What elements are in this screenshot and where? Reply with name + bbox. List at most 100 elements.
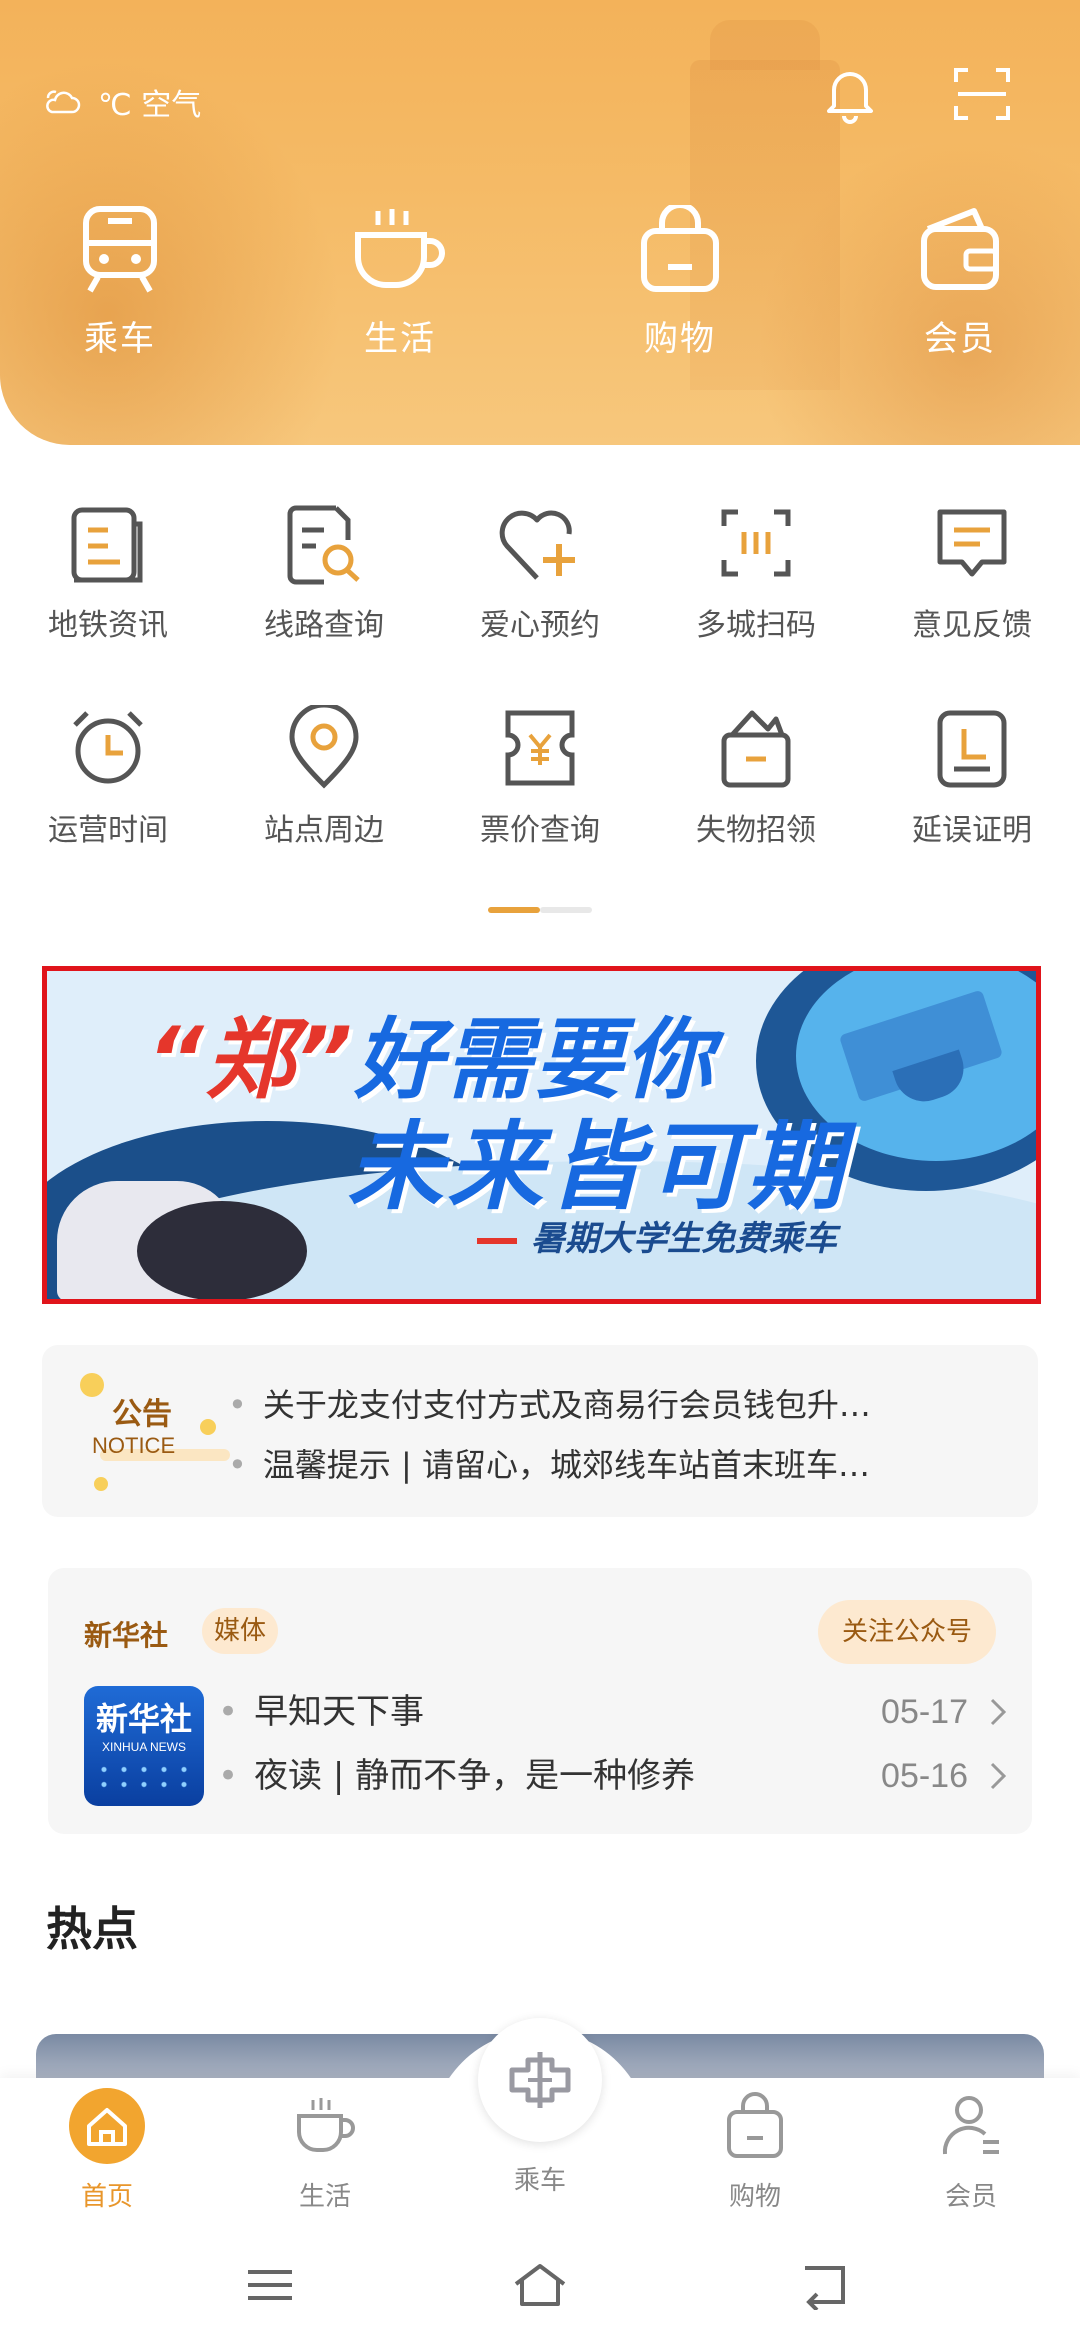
logo-text: 新华社 xyxy=(95,1700,192,1738)
notice-list: 关于龙支付支付方式及商易行会员钱包升… 温馨提示 | 请留心，城郊线车站首末班车… xyxy=(228,1375,1018,1495)
main-nav: 乘车 生活 购物 会员 xyxy=(0,205,1080,385)
user-icon xyxy=(942,2096,999,2155)
notice-item[interactable]: 关于龙支付支付方式及商易行会员钱包升… xyxy=(228,1375,1018,1435)
banner-headline-2: 未来皆可期 xyxy=(347,1111,847,1223)
home-icon xyxy=(69,2088,145,2164)
badge-dot xyxy=(200,1419,216,1435)
notice-board: 公告 NOTICE 关于龙支付支付方式及商易行会员钱包升… 温馨提示 | 请留心… xyxy=(42,1345,1038,1517)
grid-item-feedback[interactable]: 意见反馈 xyxy=(864,500,1080,644)
scan-icon[interactable] xyxy=(950,62,1014,126)
metro-logo-icon xyxy=(509,2052,571,2108)
scan-icon xyxy=(721,509,791,577)
main-nav-item-member[interactable]: 会员 xyxy=(880,205,1040,360)
grid-item-label: 地铁资讯 xyxy=(48,608,168,643)
article-date: 05-17 xyxy=(881,1693,968,1731)
notice-item[interactable]: 温馨提示 | 请留心，城郊线车站首末班车… xyxy=(228,1435,1018,1495)
article-title: 早知天下事 xyxy=(218,1682,424,1742)
grid-item-multi-city-scan[interactable]: 多城扫码 xyxy=(648,500,864,644)
tab-home[interactable]: 首页 xyxy=(32,2086,182,2213)
grid-item-label: 线路查询 xyxy=(264,608,384,643)
home-icon[interactable] xyxy=(510,2260,570,2310)
xinhua-logo[interactable]: 新华社 XINHUA NEWS xyxy=(84,1686,204,1806)
tab-member[interactable]: 会员 xyxy=(896,2086,1046,2213)
page-dot-inactive xyxy=(540,907,592,913)
grid-item-route-search[interactable]: 线路查询 xyxy=(216,500,432,644)
grid-item-station-nearby[interactable]: 站点周边 xyxy=(216,705,432,849)
grid-item-love-booking[interactable]: 爱心预约 xyxy=(432,500,648,644)
promo-banner[interactable]: “郑”好需要你 未来皆可期 暑期大学生免费乘车 xyxy=(42,966,1041,1304)
coffee-icon xyxy=(355,209,445,288)
grid-item-label: 站点周边 xyxy=(264,813,384,848)
tab-label: 会员 xyxy=(944,2182,997,2212)
system-navigation-bar xyxy=(0,2228,1080,2347)
lost-found-icon xyxy=(721,710,791,788)
main-nav-item-ride[interactable]: 乘车 xyxy=(40,205,200,360)
coffee-icon xyxy=(297,2098,355,2152)
grid-item-lost-found[interactable]: 失物招领 xyxy=(648,705,864,849)
grid-item-metro-news[interactable]: 地铁资讯 xyxy=(0,500,216,644)
bell-icon[interactable] xyxy=(818,62,882,126)
main-nav-label: 购物 xyxy=(644,319,716,359)
back-icon[interactable] xyxy=(795,2260,855,2310)
weather-text: ℃ 空气 xyxy=(98,88,202,123)
badge-dot xyxy=(80,1373,104,1397)
grid-item-label: 爱心预约 xyxy=(480,608,600,643)
main-nav-label: 生活 xyxy=(364,319,436,359)
notice-badge-title: 公告 xyxy=(112,1397,172,1432)
badge-dot xyxy=(94,1477,108,1491)
tab-life[interactable]: 生活 xyxy=(250,2086,400,2213)
banner-headline-quote: “郑” xyxy=(147,1008,355,1111)
article-row[interactable]: 早知天下事 05-17 xyxy=(218,1682,1008,1742)
cloud-sun-icon xyxy=(46,90,81,114)
news-icon xyxy=(71,507,143,583)
grid-item-label: 运营时间 xyxy=(48,813,168,848)
main-nav-label: 会员 xyxy=(924,319,996,359)
bottom-tab-bar: 首页 生活 乘车 购物 会员 xyxy=(0,2018,1080,2228)
grid-item-delay-certificate[interactable]: 延误证明 xyxy=(864,705,1080,849)
article-title: 夜读 | 静而不争，是一种修养 xyxy=(218,1746,695,1806)
grid-item-label: 多城扫码 xyxy=(696,608,816,643)
tab-label: 生活 xyxy=(298,2182,351,2212)
page-dot-active xyxy=(488,907,540,913)
tab-ride-button[interactable] xyxy=(478,2018,602,2142)
tab-label: 乘车 xyxy=(513,2166,566,2196)
grid-item-label: 票价查询 xyxy=(480,813,600,848)
banner-figure-illustration xyxy=(57,1181,307,1299)
tab-shopping[interactable]: 购物 xyxy=(680,2086,830,2213)
route-search-icon xyxy=(287,505,360,585)
shopping-bag-icon xyxy=(641,205,719,292)
menu-icon[interactable] xyxy=(240,2260,300,2310)
follow-account-button[interactable]: 关注公众号 xyxy=(817,1600,996,1664)
shopping-bag-icon xyxy=(727,2092,783,2158)
heart-plus-icon xyxy=(499,510,575,580)
tab-label: 首页 xyxy=(80,2182,133,2212)
header-banner: ℃ 空气 乘车 生活 购物 会员 xyxy=(0,0,1080,445)
chevron-right-icon xyxy=(990,1762,1007,1790)
grid-item-fare-query[interactable]: 票价查询 xyxy=(432,705,648,849)
grid-item-label: 延误证明 xyxy=(912,813,1032,848)
media-account-card: 新华社 媒体 关注公众号 新华社 XINHUA NEWS 早知天下事 05-17… xyxy=(48,1568,1032,1834)
logo-dots xyxy=(94,1762,194,1792)
hot-section-title: 热点 xyxy=(46,1902,138,1956)
delay-certificate-icon xyxy=(937,710,1007,788)
location-pin-icon xyxy=(289,705,359,789)
article-row[interactable]: 夜读 | 静而不争，是一种修养 05-16 xyxy=(218,1746,1008,1806)
banner-subtitle: 暑期大学生免费乘车 xyxy=(477,1211,837,1260)
wallet-icon xyxy=(921,208,999,290)
grid-page-indicator xyxy=(488,907,592,913)
logo-subtext: XINHUA NEWS xyxy=(101,1740,186,1754)
grid-item-label: 意见反馈 xyxy=(912,608,1032,643)
main-nav-item-shopping[interactable]: 购物 xyxy=(600,205,760,360)
main-nav-item-life[interactable]: 生活 xyxy=(320,205,480,360)
tab-label: 购物 xyxy=(728,2182,781,2212)
article-date: 05-16 xyxy=(881,1757,968,1795)
media-account-tag: 媒体 xyxy=(202,1608,279,1654)
weather-widget[interactable]: ℃ 空气 xyxy=(42,80,201,124)
train-icon xyxy=(83,206,157,293)
alarm-clock-icon xyxy=(73,711,143,784)
ticket-yuan-icon xyxy=(505,710,575,786)
main-nav-label: 乘车 xyxy=(84,319,156,359)
media-account-name[interactable]: 新华社 xyxy=(84,1614,168,1654)
feedback-icon xyxy=(937,509,1007,577)
grid-item-operating-hours[interactable]: 运营时间 xyxy=(0,705,216,849)
